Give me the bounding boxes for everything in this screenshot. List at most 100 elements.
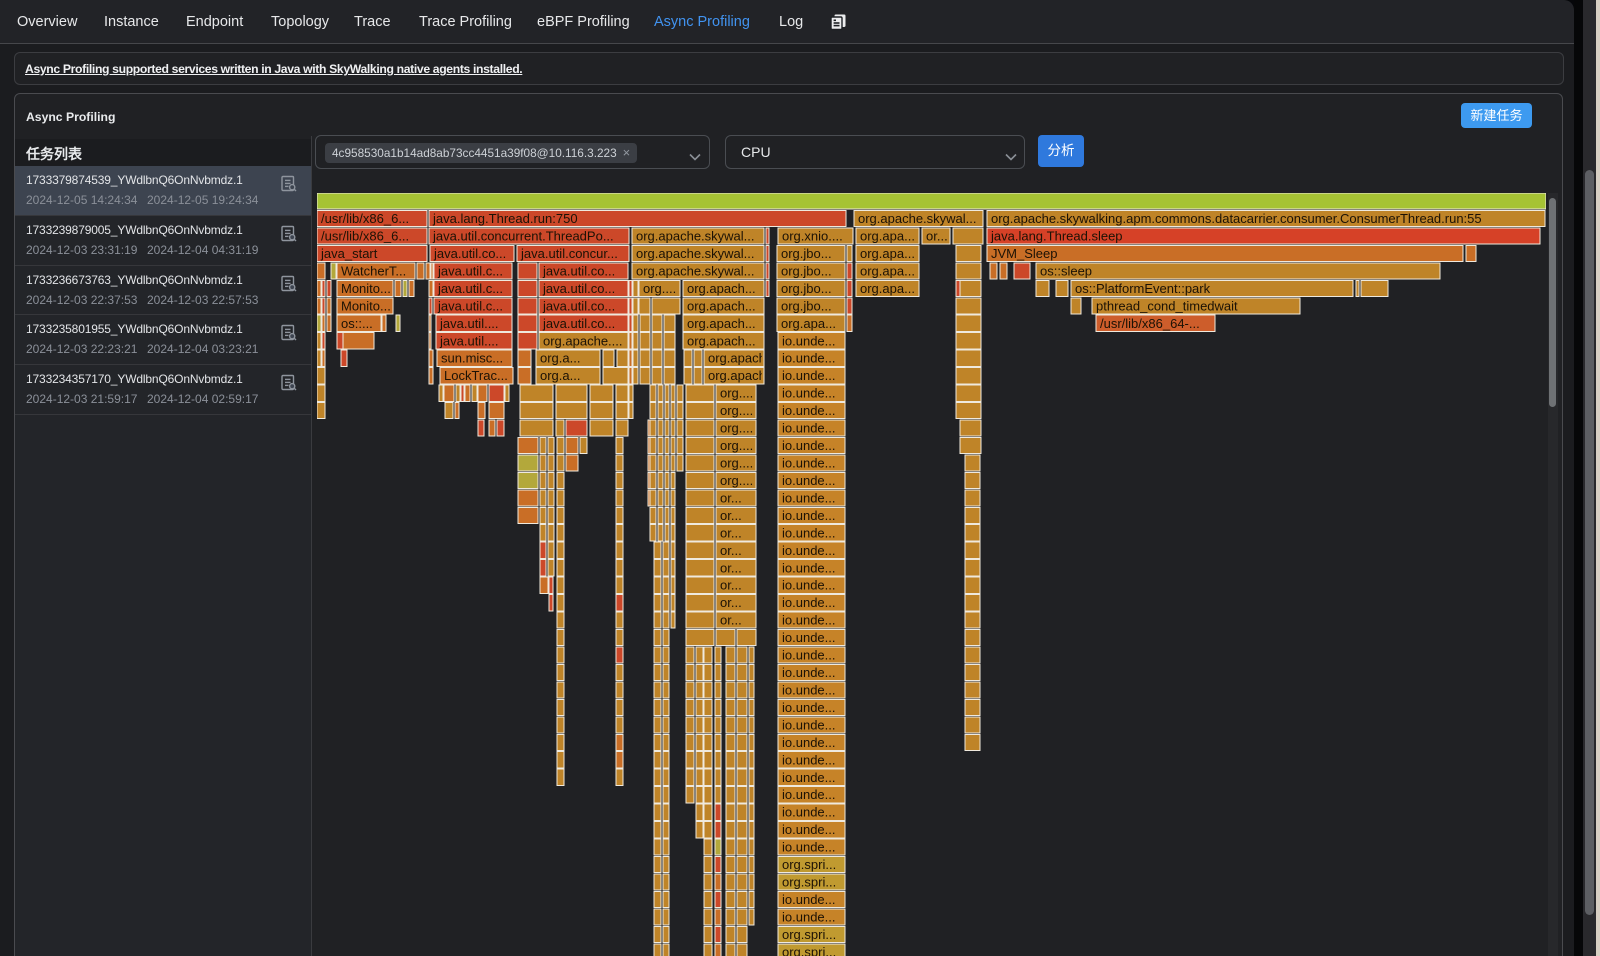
svg-text:org.apa...: org.apa... xyxy=(860,246,915,261)
svg-text:io.unde...: io.unde... xyxy=(782,840,836,855)
svg-text:os::...: os::... xyxy=(341,316,373,331)
svg-text:org.apa...: org.apa... xyxy=(860,263,915,278)
svg-text:or...: or... xyxy=(720,578,742,593)
svg-text:io.unde...: io.unde... xyxy=(782,386,836,401)
svg-text:io.unde...: io.unde... xyxy=(782,525,836,540)
svg-text:java.util.co...: java.util.co... xyxy=(542,298,615,313)
svg-text:os::sleep: os::sleep xyxy=(1040,263,1092,278)
svg-text:io.unde...: io.unde... xyxy=(782,543,836,558)
svg-text:org....: org.... xyxy=(643,281,676,296)
svg-text:org.apache.skywal...: org.apache.skywal... xyxy=(858,211,977,226)
svg-text:pthread_cond_timedwait: pthread_cond_timedwait xyxy=(1096,298,1238,313)
svg-text:org....: org.... xyxy=(720,456,753,471)
svg-text:org.spri...: org.spri... xyxy=(782,927,836,942)
svg-text:org.apach...: org.apach... xyxy=(708,368,777,383)
svg-text:org.apa...: org.apa... xyxy=(860,281,915,296)
svg-text:java_start: java_start xyxy=(320,246,378,261)
svg-text:java.lang.Thread.sleep: java.lang.Thread.sleep xyxy=(990,229,1123,244)
svg-text:org.apach...: org.apach... xyxy=(687,281,756,296)
svg-text:io.unde...: io.unde... xyxy=(782,456,836,471)
svg-text:java.util....: java.util.... xyxy=(439,316,499,331)
svg-text:io.unde...: io.unde... xyxy=(782,490,836,505)
svg-text:java.lang.Thread.run:750: java.lang.Thread.run:750 xyxy=(432,211,578,226)
svg-text:org.spri...: org.spri... xyxy=(782,944,836,956)
svg-text:sun.misc...: sun.misc... xyxy=(441,351,503,366)
svg-text:io.unde...: io.unde... xyxy=(782,665,836,680)
svg-text:org.jbo...: org.jbo... xyxy=(781,281,832,296)
svg-text:io.unde...: io.unde... xyxy=(782,892,836,907)
svg-text:java.util.c...: java.util.c... xyxy=(437,281,503,296)
svg-text:Monito...: Monito... xyxy=(341,298,391,313)
svg-text:io.unde...: io.unde... xyxy=(782,403,836,418)
svg-text:org....: org.... xyxy=(720,473,753,488)
svg-text:org.a...: org.a... xyxy=(540,368,580,383)
svg-text:org.apache.skywal...: org.apache.skywal... xyxy=(636,246,755,261)
svg-text:/usr/lib/x86_6...: /usr/lib/x86_6... xyxy=(321,211,409,226)
svg-text:io.unde...: io.unde... xyxy=(782,752,836,767)
svg-text:or...: or... xyxy=(926,229,948,244)
svg-text:or...: or... xyxy=(720,613,742,628)
svg-text:io.unde...: io.unde... xyxy=(782,630,836,645)
svg-text:io.unde...: io.unde... xyxy=(782,368,836,383)
svg-text:java.util.co...: java.util.co... xyxy=(433,246,506,261)
svg-text:org.apach...: org.apach... xyxy=(708,351,777,366)
svg-text:or...: or... xyxy=(720,560,742,575)
svg-text:LockTrac...: LockTrac... xyxy=(444,368,508,383)
svg-text:org.apache....: org.apache.... xyxy=(543,333,623,348)
svg-text:org.apach...: org.apach... xyxy=(687,298,756,313)
svg-text:java.util....: java.util.... xyxy=(439,333,499,348)
svg-text:or...: or... xyxy=(720,543,742,558)
svg-text:org....: org.... xyxy=(720,421,753,436)
svg-text:org....: org.... xyxy=(720,386,753,401)
svg-text:org.jbo...: org.jbo... xyxy=(781,246,832,261)
svg-text:io.unde...: io.unde... xyxy=(782,805,836,820)
svg-text:java.util.c...: java.util.c... xyxy=(437,298,503,313)
svg-text:/usr/lib/x86_6...: /usr/lib/x86_6... xyxy=(321,229,409,244)
svg-text:io.unde...: io.unde... xyxy=(782,787,836,802)
svg-text:io.unde...: io.unde... xyxy=(782,560,836,575)
svg-text:io.unde...: io.unde... xyxy=(782,770,836,785)
svg-text:io.unde...: io.unde... xyxy=(782,578,836,593)
svg-text:or...: or... xyxy=(720,525,742,540)
svg-text:org.jbo...: org.jbo... xyxy=(781,263,832,278)
svg-text:io.unde...: io.unde... xyxy=(782,700,836,715)
svg-text:org....: org.... xyxy=(720,438,753,453)
svg-text:org.spri...: org.spri... xyxy=(782,857,836,872)
svg-text:org.apa...: org.apa... xyxy=(860,229,915,244)
svg-text:io.unde...: io.unde... xyxy=(782,910,836,925)
svg-text:java.util.c...: java.util.c... xyxy=(437,263,503,278)
svg-text:or...: or... xyxy=(720,508,742,523)
svg-text:java.util.co...: java.util.co... xyxy=(542,281,615,296)
svg-text:org.apach...: org.apach... xyxy=(687,333,756,348)
svg-text:io.unde...: io.unde... xyxy=(782,351,836,366)
svg-text:org.apach...: org.apach... xyxy=(687,316,756,331)
svg-text:Monito...: Monito... xyxy=(341,281,391,296)
svg-text:org.apache.skywalking.apm.comm: org.apache.skywalking.apm.commons.dataca… xyxy=(991,211,1482,226)
svg-text:org.apache.skywal...: org.apache.skywal... xyxy=(636,263,755,278)
svg-text:io.unde...: io.unde... xyxy=(782,735,836,750)
svg-text:org....: org.... xyxy=(720,403,753,418)
svg-text:io.unde...: io.unde... xyxy=(782,822,836,837)
svg-text:java.util.co...: java.util.co... xyxy=(542,263,615,278)
svg-text:org.xnio....: org.xnio.... xyxy=(782,229,843,244)
svg-text:io.unde...: io.unde... xyxy=(782,438,836,453)
svg-text:io.unde...: io.unde... xyxy=(782,333,836,348)
svg-text:io.unde...: io.unde... xyxy=(782,683,836,698)
svg-text:or...: or... xyxy=(720,490,742,505)
svg-text:org.apache.skywal...: org.apache.skywal... xyxy=(636,229,755,244)
svg-text:io.unde...: io.unde... xyxy=(782,508,836,523)
svg-text:java.util.concurrent.ThreadPo.: java.util.concurrent.ThreadPo... xyxy=(432,229,614,244)
svg-text:WatcherT...: WatcherT... xyxy=(341,263,406,278)
svg-text:io.unde...: io.unde... xyxy=(782,648,836,663)
svg-text:org.apa...: org.apa... xyxy=(781,316,836,331)
svg-text:java.util.co...: java.util.co... xyxy=(542,316,615,331)
svg-text:io.unde...: io.unde... xyxy=(782,613,836,628)
svg-text:JVM_Sleep: JVM_Sleep xyxy=(991,246,1057,261)
svg-text:os::PlatformEvent::park: os::PlatformEvent::park xyxy=(1075,281,1211,296)
svg-text:io.unde...: io.unde... xyxy=(782,717,836,732)
svg-text:or...: or... xyxy=(720,595,742,610)
svg-text:org.a...: org.a... xyxy=(540,351,580,366)
svg-text:io.unde...: io.unde... xyxy=(782,421,836,436)
svg-text:org.spri...: org.spri... xyxy=(782,875,836,890)
svg-text:java.util.concur...: java.util.concur... xyxy=(520,246,618,261)
